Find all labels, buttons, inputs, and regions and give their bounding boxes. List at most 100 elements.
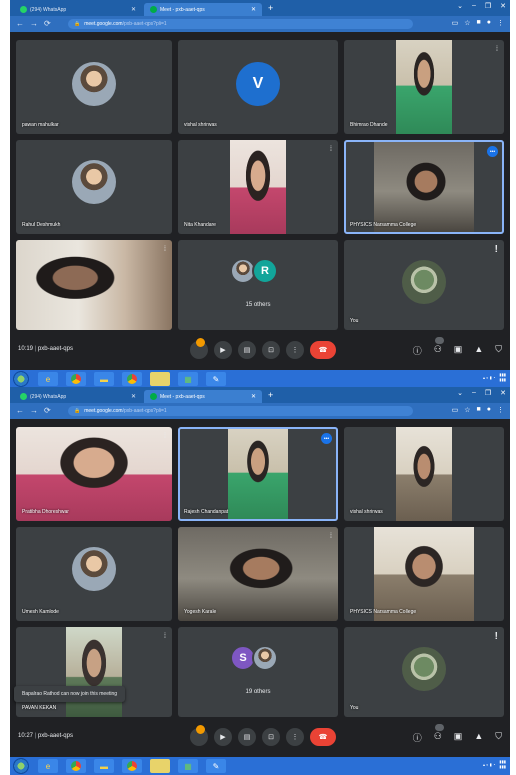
tab-meet[interactable]: Meet - pxb-aaet-qps ✕ [144, 3, 262, 16]
participant-tile[interactable]: ⁞ [16, 240, 172, 330]
new-tab-button[interactable]: + [268, 3, 273, 13]
profile-icon[interactable]: ● [487, 19, 491, 27]
minimize-icon[interactable]: – [472, 389, 476, 397]
close-icon[interactable]: ✕ [131, 6, 136, 13]
close-icon[interactable]: ✕ [131, 393, 136, 400]
speaking-indicator-icon: ••• [487, 146, 498, 157]
chevron-down-icon[interactable]: ⌄ [457, 2, 463, 10]
participant-tile[interactable]: Umesh Kamlode [16, 527, 172, 621]
self-tile[interactable]: ! You [344, 627, 504, 717]
call-end-icon[interactable]: ☎ [310, 341, 336, 359]
present-icon[interactable]: ⊡ [262, 341, 280, 359]
close-icon[interactable]: ✕ [251, 393, 256, 400]
shield-icon[interactable]: ⛉ [495, 344, 502, 357]
participant-tile-speaking[interactable]: ••• PHYSICS Narsamma College [344, 140, 504, 234]
folder-icon[interactable] [150, 372, 170, 386]
shield-icon[interactable]: ⛉ [495, 731, 502, 744]
menu-icon[interactable]: ⋮ [497, 406, 504, 414]
minimize-icon[interactable]: – [472, 2, 476, 10]
forward-icon[interactable]: → [30, 406, 38, 415]
chat-icon[interactable]: ▣ [454, 731, 463, 744]
reload-icon[interactable]: ⟳ [44, 19, 51, 28]
maximize-icon[interactable]: ❐ [485, 2, 491, 10]
folder-icon[interactable]: ▬ [94, 372, 114, 386]
bookmark-star-icon[interactable]: ☆ [464, 19, 470, 27]
microphone-icon[interactable] [190, 725, 208, 746]
ie-icon[interactable]: e [38, 759, 58, 773]
chat-icon[interactable]: ▣ [454, 344, 463, 357]
forward-icon[interactable]: → [30, 19, 38, 28]
ie-icon[interactable]: e [38, 372, 58, 386]
others-tile[interactable]: R 15 others [178, 240, 338, 330]
microphone-icon[interactable] [190, 338, 208, 359]
url-input[interactable]: 🔒 meet.google.com/pxb-aaet-qps?pli=1 [68, 19, 413, 29]
browser-toolbar: ▭ ☆ ■ ● ⋮ [452, 19, 504, 27]
bookmark-star-icon[interactable]: ☆ [464, 406, 470, 414]
info-icon[interactable]: ⓘ [413, 731, 422, 744]
close-window-icon[interactable]: ✕ [500, 389, 506, 397]
menu-icon[interactable]: ⋮ [497, 19, 504, 27]
participant-name: PHYSICS Narsamma College [350, 222, 417, 228]
close-window-icon[interactable]: ✕ [500, 2, 506, 10]
participant-name: Rajesh Chandanpat [184, 509, 229, 515]
participant-tile-speaking[interactable]: ••• Rajesh Chandanpat [178, 427, 338, 521]
others-tile[interactable]: S 19 others [178, 627, 338, 717]
chrome-icon[interactable] [66, 759, 86, 773]
people-icon[interactable]: ⚇ [434, 337, 444, 357]
back-icon[interactable]: ← [16, 19, 24, 28]
participant-tile[interactable]: Rahul Deshmukh [16, 140, 172, 234]
spreadsheet-icon[interactable]: ▦ [178, 759, 198, 773]
participant-tile[interactable]: ⁞ Pratibha Dhoreshwar [16, 427, 172, 521]
chrome-icon[interactable] [66, 372, 86, 386]
extensions-icon[interactable]: ■ [477, 19, 481, 27]
camera-icon[interactable]: ▶ [214, 341, 232, 359]
whatsapp-icon [20, 6, 27, 13]
participant-tile[interactable]: V vishal shrirwas [178, 40, 338, 134]
tab-whatsapp[interactable]: (294) WhatsApp ✕ [14, 390, 142, 403]
participant-tile[interactable]: pawan mahulkar [16, 40, 172, 134]
more-vert-icon[interactable]: ⋮ [286, 341, 304, 359]
paint-icon[interactable]: ✎ [206, 372, 226, 386]
folder-icon[interactable] [150, 759, 170, 773]
captions-icon[interactable]: ▤ [238, 728, 256, 746]
tab-whatsapp[interactable]: (294) WhatsApp ✕ [14, 3, 142, 16]
participant-tile[interactable]: ⁞ PAVAN KEKAN [16, 627, 172, 717]
maximize-icon[interactable]: ❐ [485, 389, 491, 397]
whatsapp-icon [20, 393, 27, 400]
participant-tile[interactable]: PHYSICS Narsamma College [344, 527, 504, 621]
profile-icon[interactable]: ● [487, 406, 491, 414]
url-input[interactable]: 🔒 meet.google.com/pxb-aaet-qps?pli=1 [68, 406, 413, 416]
close-icon[interactable]: ✕ [251, 6, 256, 13]
call-end-icon[interactable]: ☎ [310, 728, 336, 746]
back-icon[interactable]: ← [16, 406, 24, 415]
chrome-icon[interactable] [122, 759, 142, 773]
people-icon[interactable]: ⚇ [434, 724, 444, 744]
start-button[interactable] [13, 371, 29, 387]
camera-icon[interactable]: ▶ [214, 728, 232, 746]
participant-tile[interactable]: ⁞ Nita Khandare [178, 140, 338, 234]
more-vert-icon[interactable]: ⋮ [286, 728, 304, 746]
activities-icon[interactable]: ▲ [474, 344, 483, 357]
spreadsheet-icon[interactable]: ▦ [178, 372, 198, 386]
chevron-down-icon[interactable]: ⌄ [457, 389, 463, 397]
folder-icon[interactable]: ▬ [94, 759, 114, 773]
tab-meet[interactable]: Meet - pxb-aaet-qps ✕ [144, 390, 262, 403]
chrome-icon[interactable] [122, 372, 142, 386]
extensions-icon[interactable]: ■ [477, 406, 481, 414]
new-tab-button[interactable]: + [268, 390, 273, 400]
reload-icon[interactable]: ⟳ [44, 406, 51, 415]
camera-permission-icon[interactable]: ▭ [452, 406, 459, 414]
captions-icon[interactable]: ▤ [238, 341, 256, 359]
activities-icon[interactable]: ▲ [474, 731, 483, 744]
self-tile[interactable]: ! You [344, 240, 504, 330]
present-icon[interactable]: ⊡ [262, 728, 280, 746]
participant-tile[interactable]: ⁞ Bhimrao Dhande [344, 40, 504, 134]
others-count: 15 others [245, 302, 271, 308]
participant-tile[interactable]: ⁞ Yogesh Karale [178, 527, 338, 621]
start-button[interactable] [13, 758, 29, 774]
tab-label: (294) WhatsApp [30, 393, 67, 400]
camera-permission-icon[interactable]: ▭ [452, 19, 459, 27]
info-icon[interactable]: ⓘ [413, 344, 422, 357]
participant-tile[interactable]: vishal shrirwas [344, 427, 504, 521]
paint-icon[interactable]: ✎ [206, 759, 226, 773]
